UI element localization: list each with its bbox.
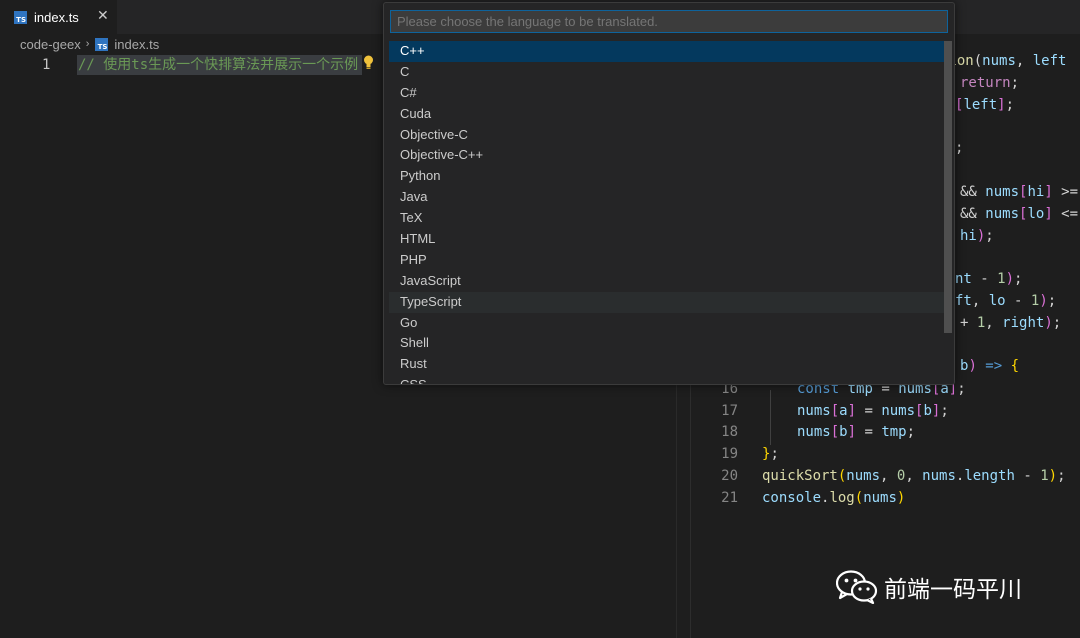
language-quick-pick: C++CC#CudaObjective-CObjective-C++Python…	[383, 2, 955, 385]
quick-pick-scrollbar[interactable]	[944, 41, 952, 333]
typescript-file-icon: TS	[95, 37, 109, 51]
code-line-8: nt - 1);	[955, 271, 1023, 287]
code-line-1: tion(nums, left	[940, 53, 1067, 69]
line-number: 19	[721, 446, 738, 462]
language-option[interactable]: Go	[389, 313, 944, 334]
language-option[interactable]: Java	[389, 187, 944, 208]
code-line-7: hi);	[960, 228, 994, 244]
code-line-11: b) => {	[960, 358, 1020, 374]
code-line-2: return;	[960, 75, 1020, 91]
language-option[interactable]: JavaScript	[389, 271, 944, 292]
code-line-3: [left];	[955, 97, 1015, 113]
breadcrumb-folder[interactable]: code-geex	[20, 37, 81, 52]
language-option[interactable]: Shell	[389, 333, 944, 354]
language-option[interactable]: C	[389, 62, 944, 83]
line-number: 20	[721, 468, 738, 484]
code-line-9: ft, lo - 1);	[955, 293, 1057, 309]
code-line-19: };	[762, 446, 779, 462]
language-option[interactable]: TeX	[389, 208, 944, 229]
code-line-5: && nums[hi] >=	[960, 184, 1079, 200]
line-number: 21	[721, 490, 738, 506]
watermark: 前端一码平川	[835, 570, 1022, 605]
language-option[interactable]: Cuda	[389, 104, 944, 125]
language-option[interactable]: Python	[389, 166, 944, 187]
chevron-right-icon: ›	[85, 38, 90, 50]
code-comment[interactable]: // 使用ts生成一个快排算法并展示一个示例	[78, 55, 358, 75]
code-line-21: console.log(nums)	[762, 490, 906, 506]
language-option[interactable]: PHP	[389, 250, 944, 271]
tab-title: index.ts	[34, 9, 79, 25]
language-option[interactable]: Objective-C++	[389, 145, 944, 166]
wechat-logo-icon	[835, 570, 878, 605]
typescript-file-icon: TS	[14, 10, 27, 24]
language-option[interactable]: HTML	[389, 229, 944, 250]
code-line-6: && nums[lo] <=	[960, 206, 1079, 222]
language-option[interactable]: TypeScript	[389, 291, 944, 313]
indent-guide	[770, 390, 771, 445]
language-list: C++ C C# Cuda Objective-C Objective-C++ Python…	[389, 41, 944, 384]
tab-index-ts[interactable]: TS index.ts ✕	[0, 0, 117, 34]
language-option[interactable]: C++	[389, 41, 944, 62]
language-option[interactable]: Rust	[389, 354, 944, 375]
code-line-18: nums[b] = tmp;	[797, 424, 916, 440]
code-line-10: + 1, right);	[960, 315, 1062, 331]
watermark-text: 前端一码平川	[884, 577, 1022, 603]
language-option[interactable]: Objective-C	[389, 125, 944, 146]
close-icon[interactable]: ✕	[97, 8, 109, 24]
lightbulb-icon[interactable]	[363, 55, 374, 77]
code-line-4: ;	[955, 140, 964, 156]
line-number: 1	[42, 57, 51, 73]
code-line-20: quickSort(nums, 0, nums.length - 1);	[762, 468, 1066, 484]
code-line-17: nums[a] = nums[b];	[797, 403, 949, 419]
language-search-input[interactable]	[390, 10, 948, 33]
line-number: 17	[721, 403, 738, 419]
language-option[interactable]: CSS	[389, 375, 944, 384]
language-option[interactable]: C#	[389, 83, 944, 104]
breadcrumb-file[interactable]: index.ts	[114, 37, 159, 52]
breadcrumb: code-geex › TS index.ts	[20, 36, 159, 52]
line-number: 18	[721, 424, 738, 440]
